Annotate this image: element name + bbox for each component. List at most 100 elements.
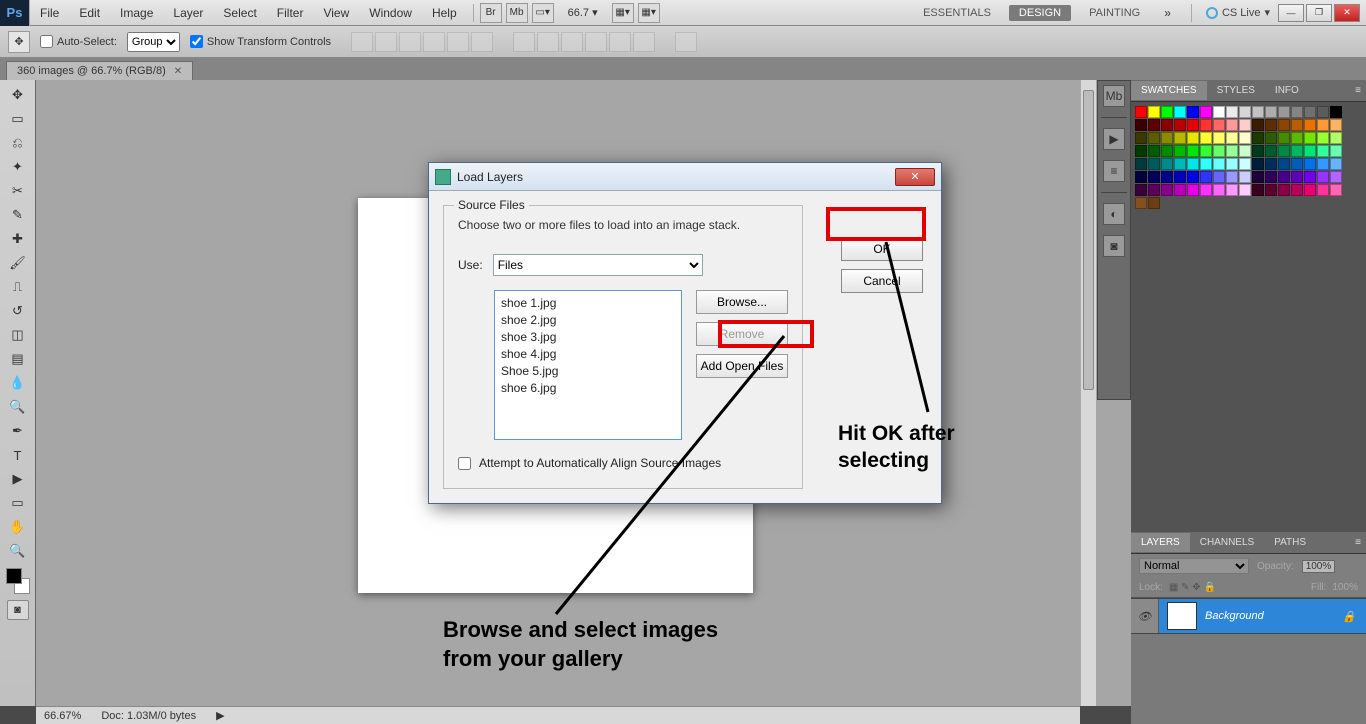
swatch[interactable]: [1291, 145, 1303, 157]
swatches-grid[interactable]: [1131, 102, 1366, 218]
swatch[interactable]: [1304, 171, 1316, 183]
swatch[interactable]: [1148, 106, 1160, 118]
workspace-design[interactable]: DESIGN: [1009, 5, 1071, 21]
document-tab[interactable]: 360 images @ 66.7% (RGB/8) ✕: [6, 61, 193, 80]
swatch[interactable]: [1226, 145, 1238, 157]
layer-row[interactable]: 👁 Background 🔒: [1131, 598, 1366, 634]
swatch[interactable]: [1317, 119, 1329, 131]
zoom-level[interactable]: 66.7 ▾: [568, 6, 598, 19]
adjustments-panel-icon[interactable]: ◐: [1103, 203, 1125, 225]
crop-tool[interactable]: ✂: [6, 180, 30, 202]
dodge-tool[interactable]: 🔍: [6, 396, 30, 418]
history-brush-tool[interactable]: ↺: [6, 300, 30, 322]
auto-align-checkbox[interactable]: [458, 457, 471, 470]
blur-tool[interactable]: 💧: [6, 372, 30, 394]
actions-panel-icon[interactable]: ≡: [1103, 160, 1125, 182]
arrange-button[interactable]: ▦▾: [612, 3, 634, 23]
dialog-close-button[interactable]: ✕: [895, 168, 935, 186]
panel-menu-icon[interactable]: ≡: [1350, 535, 1366, 551]
swatch[interactable]: [1265, 106, 1277, 118]
close-tab-icon[interactable]: ✕: [174, 66, 182, 77]
status-arrow-icon[interactable]: ▶: [216, 709, 224, 722]
ok-button[interactable]: OK: [841, 237, 923, 261]
cancel-button[interactable]: Cancel: [841, 269, 923, 293]
bridge-button[interactable]: Br: [480, 3, 502, 23]
swatch[interactable]: [1226, 184, 1238, 196]
swatch[interactable]: [1317, 158, 1329, 170]
swatch[interactable]: [1200, 132, 1212, 144]
healing-tool[interactable]: ✚: [6, 228, 30, 250]
masks-panel-icon[interactable]: ◙: [1103, 235, 1125, 257]
quick-mask-button[interactable]: ◙: [7, 600, 29, 620]
swatch[interactable]: [1213, 171, 1225, 183]
distribute-icon[interactable]: [537, 32, 559, 52]
swatch[interactable]: [1213, 106, 1225, 118]
swatch[interactable]: [1304, 106, 1316, 118]
close-button[interactable]: ✕: [1334, 4, 1360, 22]
swatch[interactable]: [1304, 132, 1316, 144]
scrollbar-thumb[interactable]: [1083, 90, 1094, 390]
swatch[interactable]: [1317, 145, 1329, 157]
swatch[interactable]: [1265, 158, 1277, 170]
swatch[interactable]: [1317, 132, 1329, 144]
color-swatches[interactable]: [6, 564, 30, 598]
zoom-tool[interactable]: 🔍: [6, 540, 30, 562]
swatch[interactable]: [1174, 106, 1186, 118]
swatch[interactable]: [1278, 106, 1290, 118]
swatch[interactable]: [1291, 184, 1303, 196]
swatch[interactable]: [1330, 119, 1342, 131]
swatch[interactable]: [1135, 119, 1147, 131]
menu-view[interactable]: View: [313, 6, 359, 20]
swatch[interactable]: [1304, 184, 1316, 196]
restore-button[interactable]: ❐: [1306, 4, 1332, 22]
quick-select-tool[interactable]: ✦: [6, 156, 30, 178]
swatch[interactable]: [1330, 171, 1342, 183]
swatch[interactable]: [1174, 171, 1186, 183]
swatch[interactable]: [1252, 119, 1264, 131]
swatch[interactable]: [1330, 132, 1342, 144]
menu-image[interactable]: Image: [110, 6, 163, 20]
use-select[interactable]: Files: [493, 254, 703, 276]
swatch[interactable]: [1161, 171, 1173, 183]
swatch[interactable]: [1174, 145, 1186, 157]
tab-channels[interactable]: CHANNELS: [1190, 533, 1264, 552]
minibridge-panel-icon[interactable]: Mb: [1103, 85, 1125, 107]
brush-tool[interactable]: 🖌: [6, 252, 30, 274]
swatch[interactable]: [1304, 119, 1316, 131]
swatch[interactable]: [1239, 119, 1251, 131]
status-zoom[interactable]: 66.67%: [44, 710, 81, 722]
align-icon[interactable]: [375, 32, 397, 52]
tab-info[interactable]: INFO: [1265, 81, 1309, 100]
menu-select[interactable]: Select: [213, 6, 266, 20]
eraser-tool[interactable]: ◫: [6, 324, 30, 346]
swatch[interactable]: [1239, 158, 1251, 170]
swatch[interactable]: [1213, 184, 1225, 196]
swatch[interactable]: [1174, 158, 1186, 170]
swatch[interactable]: [1265, 119, 1277, 131]
type-tool[interactable]: T: [6, 444, 30, 466]
swatch[interactable]: [1187, 145, 1199, 157]
swatch[interactable]: [1252, 171, 1264, 183]
swatch[interactable]: [1174, 184, 1186, 196]
marquee-tool[interactable]: ▭: [6, 108, 30, 130]
swatch[interactable]: [1135, 106, 1147, 118]
menu-layer[interactable]: Layer: [163, 6, 213, 20]
swatch[interactable]: [1148, 145, 1160, 157]
swatch[interactable]: [1252, 158, 1264, 170]
swatch[interactable]: [1213, 145, 1225, 157]
swatch[interactable]: [1291, 106, 1303, 118]
swatch[interactable]: [1265, 184, 1277, 196]
swatch[interactable]: [1200, 145, 1212, 157]
swatch[interactable]: [1200, 158, 1212, 170]
swatch[interactable]: [1213, 119, 1225, 131]
swatch[interactable]: [1265, 145, 1277, 157]
align-icon[interactable]: [447, 32, 469, 52]
lasso-tool[interactable]: ⎌: [6, 132, 30, 154]
menu-window[interactable]: Window: [359, 6, 422, 20]
swatch[interactable]: [1317, 171, 1329, 183]
hand-tool[interactable]: ✋: [6, 516, 30, 538]
align-icon[interactable]: [423, 32, 445, 52]
file-list-item[interactable]: shoe 3.jpg: [501, 329, 675, 346]
swatch[interactable]: [1291, 171, 1303, 183]
swatch[interactable]: [1265, 171, 1277, 183]
